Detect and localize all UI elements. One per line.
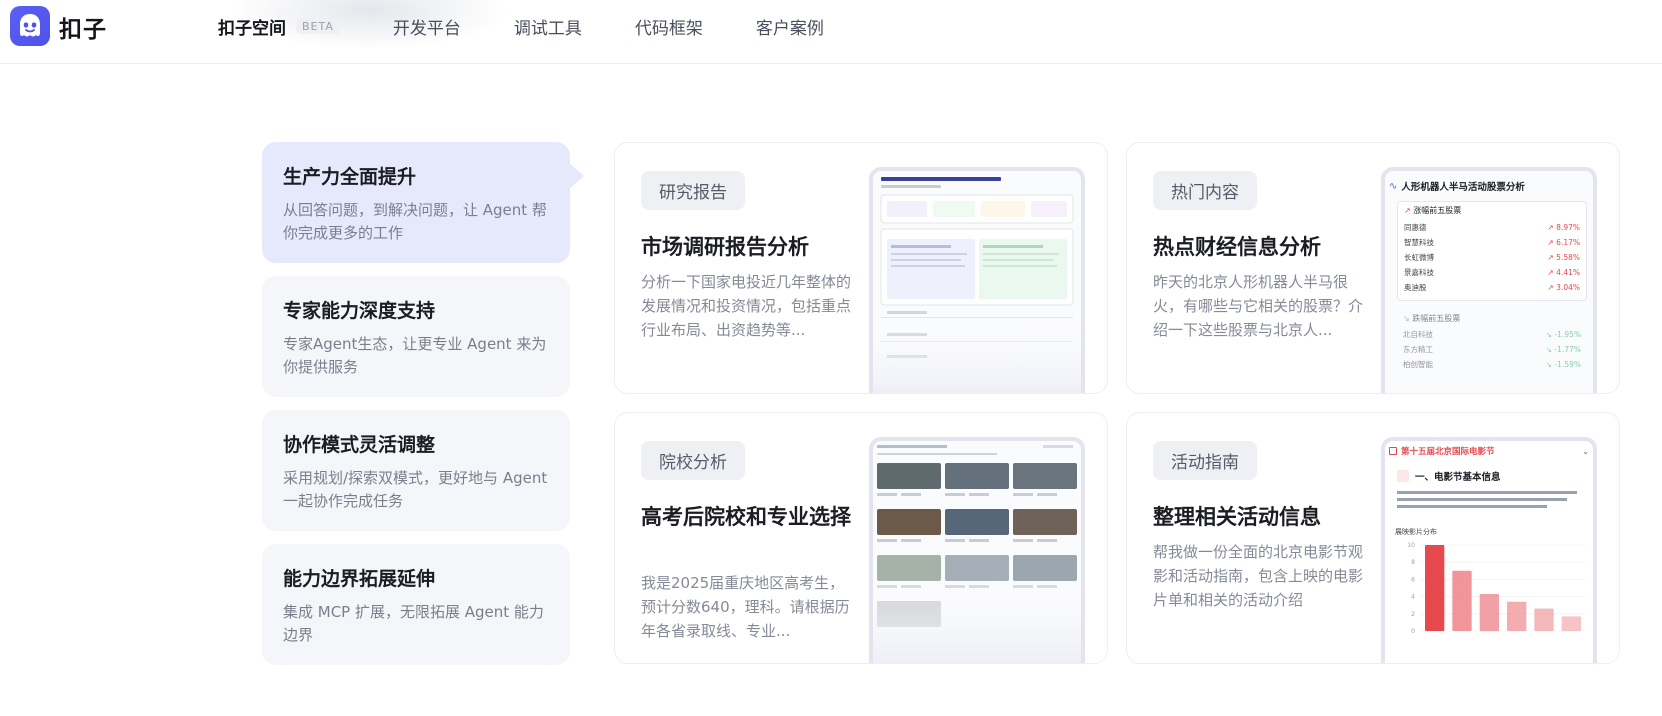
- card-title: 热点财经信息分析: [1153, 235, 1321, 259]
- coze-logo-icon[interactable]: [10, 6, 50, 46]
- chart-bar: [1479, 594, 1499, 631]
- card-tag: 研究报告: [641, 171, 745, 210]
- card-desc: 帮我做一份全面的北京电影节观影和活动指南，包含上映的电影片单和相关的活动介绍: [1153, 543, 1364, 609]
- feature-item-expert[interactable]: 专家能力深度支持 专家Agent生态，让更专业 Agent 来为你提供服务: [262, 276, 570, 397]
- feature-desc: 集成 MCP 扩展，无限拓展 Agent 能力边界: [283, 603, 544, 644]
- fall-list: ↘ 跌幅前五股票 北自科技 ↘ -1.95% 东方精工 ↘ -1.77% 柏创智能 ↘…: [1397, 313, 1587, 372]
- card-tag: 院校分析: [641, 441, 745, 480]
- feature-title: 能力边界拓展延伸: [283, 568, 436, 590]
- card-title: 市场调研报告分析: [641, 235, 809, 259]
- stock-name: 奥迪股: [1404, 283, 1427, 292]
- card-tag: 活动指南: [1153, 441, 1257, 480]
- trend-up-icon: ↗: [1404, 206, 1414, 215]
- stock-change: ↗ 6.17%: [1547, 238, 1581, 247]
- stock-preview-header: ∿ 人形机器人半马活动股票分析: [1389, 179, 1525, 194]
- chart-bar: [1561, 616, 1581, 631]
- trend-down-icon: ↘: [1403, 314, 1413, 323]
- report-preview-thumbnail: [869, 167, 1085, 393]
- pulse-icon: ∿: [1389, 180, 1398, 192]
- film-distribution-chart: 10 8 6 4 2 0: [1407, 542, 1585, 635]
- nav-item-debug-tools[interactable]: 调试工具: [514, 14, 582, 39]
- feature-list: 生产力全面提升 从回答问题，到解决问题，让 Agent 帮你完成更多的工作 专家…: [262, 142, 584, 678]
- nav-item-code-framework[interactable]: 代码框架: [635, 14, 703, 39]
- card-title: 高考后院校和专业选择: [641, 505, 851, 529]
- film-preview-thumbnail: 第十五届北京国际电影节 ⌄ 一、电影节基本信息 展映影片分布 10 8 6 4 2 0: [1381, 437, 1597, 663]
- brand-name[interactable]: 扣子: [59, 10, 107, 44]
- feature-desc: 从回答问题，到解决问题，让 Agent 帮你完成更多的工作: [283, 201, 547, 242]
- stock-change: ↘ -1.59%: [1545, 360, 1581, 369]
- feature-title: 专家能力深度支持: [283, 300, 436, 322]
- stock-name: 东方精工: [1403, 345, 1433, 354]
- stock-change: ↗ 3.04%: [1547, 283, 1581, 292]
- stock-preview-title: 人形机器人半马活动股票分析: [1401, 182, 1525, 193]
- stock-change: ↘ -1.95%: [1545, 330, 1581, 339]
- chart-tick-label: 10: [1407, 542, 1415, 549]
- nav-item-dev-platform[interactable]: 开发平台: [393, 14, 461, 39]
- card-desc: 我是2025届重庆地区高考生，预计分数640，理科。请根据历年各省录取线、专业.…: [641, 574, 850, 640]
- stock-name: 景嘉科技: [1404, 268, 1434, 277]
- nav-item-customer-cases[interactable]: 客户案例: [756, 14, 824, 39]
- chart-tick-label: 0: [1411, 628, 1415, 635]
- card-tag: 热门内容: [1153, 171, 1257, 210]
- case-card-finance-hotspot[interactable]: 热门内容 热点财经信息分析 昨天的北京人形机器人半马很火，有哪些与它相关的股票？…: [1126, 142, 1620, 394]
- stock-name: 智慧科技: [1404, 238, 1434, 247]
- chart-tick-label: 8: [1411, 559, 1415, 566]
- stock-name: 长虹微博: [1404, 253, 1434, 262]
- top-header: 扣子 扣子空间 BETA 开发平台 调试工具 代码框架 客户案例: [0, 0, 1662, 64]
- rise-list: ↗ 涨幅前五股票 同惠德 ↗ 8.97% 智慧科技 ↗ 6.17% 长虹微博 ↗ 5.…: [1397, 201, 1587, 301]
- stock-change: ↘ -1.77%: [1545, 345, 1581, 354]
- stock-row: 智慧科技 ↗ 6.17%: [1404, 235, 1580, 250]
- feature-item-productivity[interactable]: 生产力全面提升 从回答问题，到解决问题，让 Agent 帮你完成更多的工作: [262, 142, 584, 263]
- chart-bar: [1452, 570, 1472, 631]
- feature-title: 生产力全面提升: [283, 166, 417, 188]
- stock-row: 长虹微博 ↗ 5.58%: [1404, 250, 1580, 265]
- case-card-film-festival[interactable]: 活动指南 整理相关活动信息 帮我做一份全面的北京电影节观影和活动指南，包含上映的…: [1126, 412, 1620, 664]
- feature-desc: 采用规划/探索双模式，更好地与 Agent 一起协作完成任务: [283, 469, 548, 510]
- stock-change: ↗ 4.41%: [1547, 268, 1581, 277]
- chart-tick-label: 2: [1411, 611, 1415, 618]
- stock-name: 同惠德: [1404, 223, 1427, 232]
- card-desc: 分析一下国家电投近几年整体的发展情况和投资情况，包括重点行业布局、出资趋势等..…: [641, 273, 852, 339]
- rise-label: 涨幅前五股票: [1413, 206, 1462, 215]
- case-card-market-research[interactable]: 研究报告 市场调研报告分析 分析一下国家电投近几年整体的发展情况和投资情况，包括…: [614, 142, 1108, 394]
- stock-name: 北自科技: [1403, 330, 1433, 339]
- stock-row: 景嘉科技 ↗ 4.41%: [1404, 265, 1580, 280]
- stock-row: 东方精工 ↘ -1.77%: [1403, 342, 1581, 357]
- chart-bar: [1534, 608, 1554, 631]
- stock-row: 同惠德 ↗ 8.97%: [1404, 220, 1580, 235]
- beta-badge: BETA: [296, 19, 340, 34]
- nav-item-space[interactable]: 扣子空间: [218, 14, 286, 39]
- chart-bar: [1507, 601, 1527, 631]
- fall-label: 跌幅前五股票: [1412, 314, 1461, 323]
- chart-tick-label: 4: [1411, 594, 1415, 601]
- main-nav: 扣子空间 BETA 开发平台 调试工具 代码框架 客户案例: [218, 14, 877, 39]
- chart-tick-label: 6: [1411, 576, 1415, 583]
- college-preview-thumbnail: [869, 437, 1085, 663]
- stock-row: 奥迪股 ↗ 3.04%: [1404, 280, 1580, 295]
- stock-change: ↗ 5.58%: [1547, 253, 1581, 262]
- case-card-college-choice[interactable]: 院校分析 高考后院校和专业选择 我是2025届重庆地区高考生，预计分数640，理…: [614, 412, 1108, 664]
- feature-desc: 专家Agent生态，让更专业 Agent 来为你提供服务: [283, 335, 547, 376]
- stock-preview-thumbnail: ∿ 人形机器人半马活动股票分析 ↗ 涨幅前五股票 同惠德 ↗ 8.97% 智慧科技…: [1381, 167, 1597, 393]
- card-desc: 昨天的北京人形机器人半马很火，有哪些与它相关的股票？介绍一下这些股票与北京人..…: [1153, 273, 1364, 339]
- stock-change: ↗ 8.97%: [1547, 223, 1581, 232]
- stock-row: 柏创智能 ↘ -1.59%: [1403, 357, 1581, 372]
- card-title: 整理相关活动信息: [1153, 505, 1321, 529]
- stock-row: 北自科技 ↘ -1.95%: [1403, 327, 1581, 342]
- feature-item-extension[interactable]: 能力边界拓展延伸 集成 MCP 扩展，无限拓展 Agent 能力边界: [262, 544, 570, 665]
- stock-name: 柏创智能: [1403, 360, 1433, 369]
- feature-title: 协作模式灵活调整: [283, 434, 436, 456]
- feature-item-collaboration[interactable]: 协作模式灵活调整 采用规划/探索双模式，更好地与 Agent 一起协作完成任务: [262, 410, 570, 531]
- chart-bar: [1425, 545, 1445, 631]
